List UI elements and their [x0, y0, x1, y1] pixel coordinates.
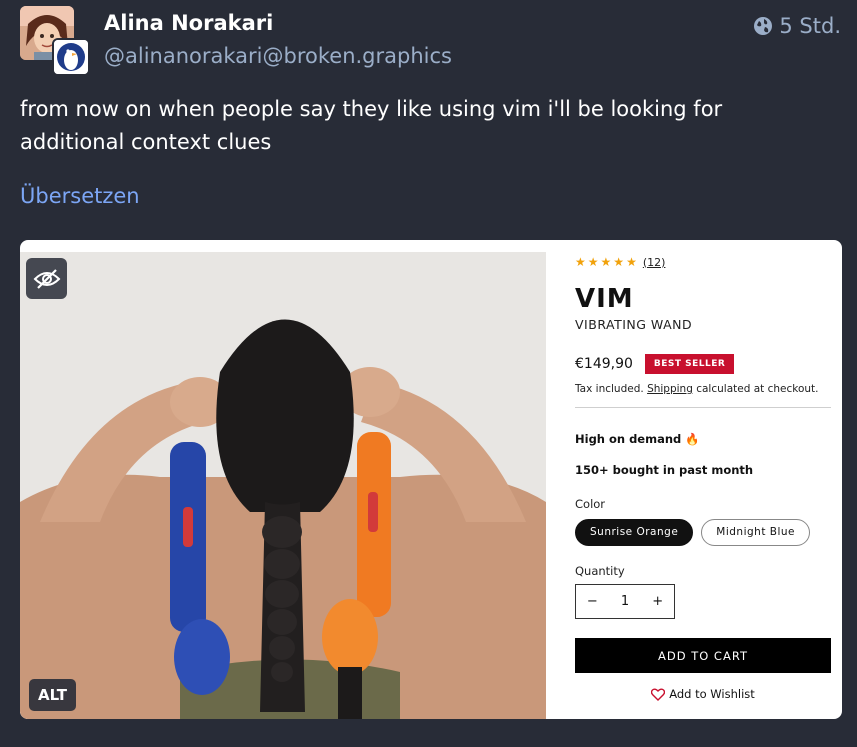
divider [575, 407, 831, 408]
photo-illustration [20, 252, 546, 719]
product-photo[interactable]: ALT [20, 252, 546, 719]
color-options: Sunrise Orange Midnight Blue [575, 519, 831, 546]
alt-text-button[interactable]: ALT [29, 679, 76, 711]
product-price: €149,90 [575, 356, 633, 372]
review-count: (12) [642, 255, 666, 269]
status-content: from now on when people say they like us… [20, 97, 723, 154]
star-icon: ★ [613, 255, 625, 269]
bought-note: 150+ bought in past month [575, 463, 754, 477]
color-option-midnight-blue: Midnight Blue [701, 519, 811, 546]
product-title: VIM [575, 284, 634, 314]
color-label: Color [575, 497, 606, 511]
qty-plus-icon: + [652, 594, 664, 609]
hide-media-button[interactable] [26, 258, 67, 299]
tax-suffix: calculated at checkout. [696, 383, 819, 395]
wishlist-row: Add to Wishlist [575, 687, 831, 701]
star-icon: ★ [587, 255, 599, 269]
tax-note: Tax included. Shipping calculated at che… [575, 383, 831, 395]
shipping-link: Shipping [647, 383, 693, 395]
eye-slash-icon [33, 268, 60, 289]
tax-prefix: Tax included. [575, 383, 644, 395]
wishlist-label: Add to Wishlist [669, 687, 755, 701]
rating: ★ ★ ★ ★ ★ (12) [575, 250, 831, 274]
globe-icon [754, 17, 773, 35]
product-subtitle: VIBRATING WAND [575, 317, 693, 332]
status-meta[interactable]: 5 Std. [753, 14, 841, 38]
translate-button[interactable]: Übersetzen [20, 184, 140, 208]
author-display-name[interactable]: Alina Norakari [104, 11, 273, 35]
qty-minus-icon: − [586, 594, 598, 609]
star-icon: ★ [575, 255, 586, 269]
best-seller-badge: BEST SELLER [644, 354, 735, 374]
quantity-stepper: − 1 + [575, 584, 675, 619]
price-row: €149,90 BEST SELLER [575, 354, 831, 374]
color-option-sunrise-orange: Sunrise Orange [575, 519, 694, 546]
star-icon: ★ [600, 255, 612, 269]
product-panel: ★ ★ ★ ★ ★ (12) VIM VIBRATING WAND €149,9… [575, 250, 831, 701]
heart-icon [651, 688, 666, 701]
account-badge-avatar[interactable] [52, 38, 90, 76]
relative-time[interactable]: 5 Std. [779, 14, 841, 38]
qty-value: 1 [620, 594, 630, 609]
status-post: Alina Norakari @alinanorakari@broken.gra… [0, 0, 857, 747]
penguin-icon [54, 40, 88, 74]
add-to-cart-button: ADD TO CART [575, 638, 831, 673]
star-icon: ★ [626, 255, 637, 269]
author-handle[interactable]: @alinanorakari@broken.graphics [104, 44, 452, 68]
media-attachment[interactable]: ALT ★ ★ ★ ★ ★ (12) VIM VIBRATING WAND €1… [20, 240, 842, 719]
quantity-label: Quantity [575, 564, 625, 578]
demand-note: High on demand 🔥 [575, 432, 700, 446]
